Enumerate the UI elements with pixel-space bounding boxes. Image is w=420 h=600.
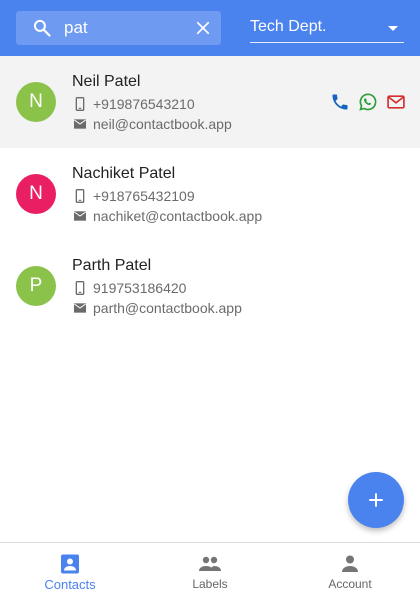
nav-label-contacts: Contacts	[44, 577, 96, 592]
contact-name: Nachiket Patel	[72, 165, 176, 182]
phone-number: +919876543210	[93, 96, 195, 112]
app-bar: Tech Dept.	[0, 0, 420, 56]
nav-item-contacts[interactable]: Contacts	[0, 543, 140, 600]
avatar: N	[16, 174, 56, 214]
contact-row[interactable]: P Parth Patel 919753186420 parth@contact…	[0, 240, 420, 332]
contact-row[interactable]: N Nachiket Patel +918765432109 nachiket@…	[0, 148, 420, 240]
add-contact-button[interactable]	[348, 472, 404, 528]
phone-device-icon	[75, 281, 85, 295]
close-icon[interactable]	[194, 19, 212, 37]
nav-label-labels: Labels	[192, 577, 228, 591]
contact-email: nachiket@contactbook.app	[72, 207, 262, 225]
avatar: N	[16, 82, 56, 122]
phone-device-icon	[75, 97, 85, 111]
dropdown-arrow-icon	[388, 26, 398, 31]
contact-list: N Neil Patel +919876543210 neil@contactb…	[0, 56, 420, 332]
search-icon	[33, 19, 51, 37]
contact-row[interactable]: N Neil Patel +919876543210 neil@contactb…	[0, 56, 420, 148]
bottom-navigation: Contacts Labels Account	[0, 542, 420, 600]
phone-device-icon	[75, 189, 85, 203]
contact-phone: +918765432109	[72, 187, 195, 205]
email-address: parth@contactbook.app	[93, 300, 242, 316]
department-select[interactable]: Tech Dept.	[250, 14, 404, 43]
contact-name: Parth Patel	[72, 257, 152, 274]
contact-phone: 919753186420	[72, 279, 186, 297]
mail-icon	[74, 119, 86, 129]
gmail-icon[interactable]	[386, 92, 406, 112]
contact-phone: +919876543210	[72, 95, 195, 113]
phone-number: +918765432109	[93, 188, 195, 204]
contact-email: neil@contactbook.app	[72, 115, 232, 133]
plus-icon	[369, 493, 383, 507]
search-box[interactable]	[16, 11, 221, 45]
contact-actions	[322, 92, 406, 112]
email-address: neil@contactbook.app	[93, 116, 232, 132]
mail-icon	[74, 303, 86, 313]
whatsapp-icon[interactable]	[358, 92, 378, 112]
email-address: nachiket@contactbook.app	[93, 208, 263, 224]
mail-icon	[74, 211, 86, 221]
search-input[interactable]	[64, 18, 194, 38]
department-label: Tech Dept.	[250, 18, 327, 35]
people-icon	[199, 556, 221, 571]
nav-item-account[interactable]: Account	[280, 543, 420, 600]
person-icon	[342, 555, 358, 572]
contact-email: parth@contactbook.app	[72, 299, 242, 317]
nav-item-labels[interactable]: Labels	[140, 543, 280, 600]
nav-label-account: Account	[328, 577, 372, 591]
phone-number: 919753186420	[93, 280, 187, 296]
contacts-icon	[61, 554, 79, 574]
contact-name: Neil Patel	[72, 73, 141, 90]
phone-icon[interactable]	[330, 92, 350, 112]
avatar: P	[16, 266, 56, 306]
